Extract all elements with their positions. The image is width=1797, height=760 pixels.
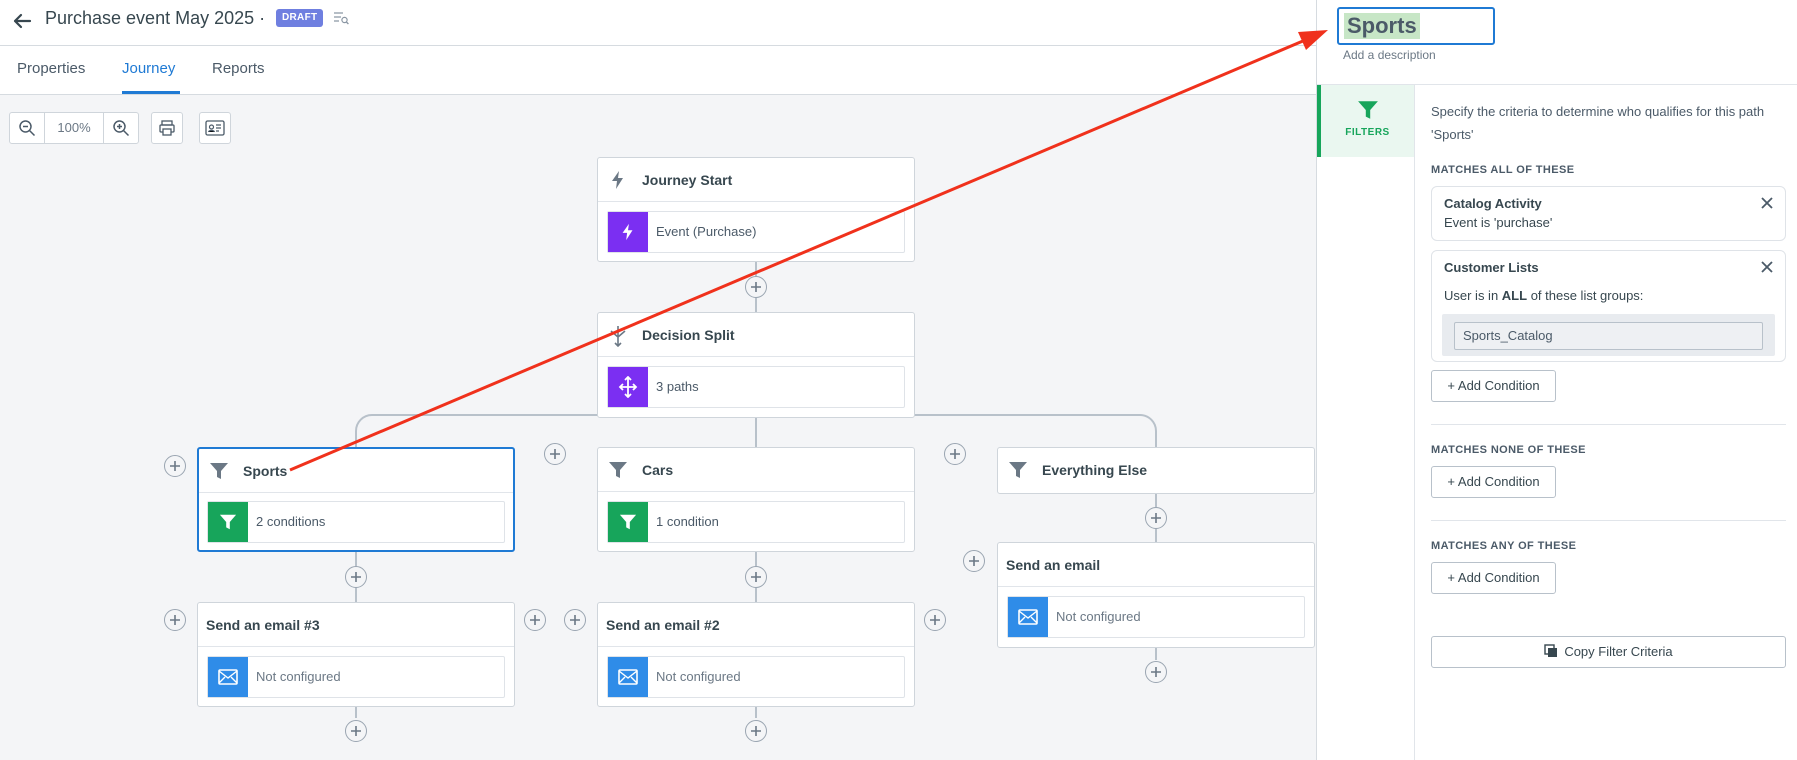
condition-detail: User is in ALL of these list groups: [1444, 288, 1644, 303]
condition-title: Customer Lists [1444, 260, 1539, 275]
add-description-link[interactable]: Add a description [1343, 48, 1436, 62]
close-icon[interactable] [1759, 195, 1775, 211]
split-icon [608, 367, 648, 407]
condition-card-customer-lists[interactable]: Customer Lists User is in ALL of these l… [1431, 250, 1786, 362]
add-parallel-plus-icon[interactable] [164, 609, 186, 631]
node-summary: Not configured [1056, 609, 1141, 624]
journey-start-node[interactable]: Journey Start Event (Purchase) [597, 157, 915, 262]
add-branch-plus-icon[interactable] [164, 455, 186, 477]
node-title: Send an email #2 [606, 617, 720, 633]
condition-card-catalog-activity[interactable]: Catalog Activity Event is 'purchase' [1431, 186, 1786, 241]
cars-path-node[interactable]: Cars 1 condition [597, 447, 915, 552]
add-condition-any-button[interactable]: + Add Condition [1431, 562, 1556, 594]
path-name-value: Sports [1344, 13, 1420, 39]
filters-tab-label: FILTERS [1345, 127, 1390, 138]
divider [1414, 85, 1415, 760]
add-step-plus-icon[interactable] [745, 720, 767, 742]
envelope-icon [208, 657, 248, 697]
copy-filter-criteria-button[interactable]: Copy Filter Criteria [1431, 636, 1786, 668]
lightning-icon [608, 212, 648, 252]
add-parallel-plus-icon[interactable] [963, 550, 985, 572]
node-summary: Event (Purchase) [656, 224, 757, 239]
list-group: Sports_Catalog [1442, 314, 1775, 356]
node-summary: 3 paths [656, 379, 699, 394]
condition-title: Catalog Activity [1444, 196, 1542, 211]
list-group-field[interactable]: Sports_Catalog [1454, 322, 1763, 350]
add-branch-plus-icon[interactable] [944, 443, 966, 465]
matches-any-heading: MATCHES ANY OF THESE [1431, 540, 1577, 552]
send-email-3-node[interactable]: Send an email #3 Not configured [197, 602, 515, 707]
path-name-input[interactable]: Sports [1337, 7, 1495, 45]
add-step-plus-icon[interactable] [345, 720, 367, 742]
copy-icon [1544, 639, 1558, 669]
node-title: Cars [642, 462, 674, 478]
node-summary: Not configured [256, 669, 341, 684]
split-icon [608, 325, 628, 348]
condition-detail: Event is 'purchase' [1444, 215, 1553, 230]
filter-icon [608, 460, 628, 480]
everything-else-path-node[interactable]: Everything Else [997, 447, 1315, 494]
journey-editor: Purchase event May 2025 · DRAFT Properti… [0, 0, 1797, 760]
node-summary: 2 conditions [256, 514, 326, 529]
node-title: Send an email [1006, 557, 1101, 573]
copy-filter-criteria-label: Copy Filter Criteria [1564, 644, 1673, 659]
filter-icon [208, 502, 248, 542]
add-condition-none-button[interactable]: + Add Condition [1431, 466, 1556, 498]
envelope-icon [608, 657, 648, 697]
divider [1431, 520, 1786, 521]
add-parallel-plus-icon[interactable] [564, 609, 586, 631]
envelope-icon [1008, 597, 1048, 637]
filter-icon [1008, 460, 1028, 480]
filter-icon [1357, 99, 1379, 124]
panel-description: Specify the criteria to determine who qu… [1431, 104, 1765, 142]
node-title: Decision Split [642, 327, 735, 343]
add-step-plus-icon[interactable] [1145, 507, 1167, 529]
sports-path-node[interactable]: Sports 2 conditions [197, 447, 515, 552]
divider [1431, 424, 1786, 425]
close-icon[interactable] [1759, 259, 1775, 275]
lightning-icon [608, 170, 628, 190]
filter-icon [209, 461, 229, 481]
send-email-2-node[interactable]: Send an email #2 Not configured [597, 602, 915, 707]
node-title: Send an email #3 [206, 617, 320, 633]
add-parallel-plus-icon[interactable] [524, 609, 546, 631]
node-summary: Not configured [656, 669, 741, 684]
node-summary: 1 condition [656, 514, 719, 529]
add-parallel-plus-icon[interactable] [924, 609, 946, 631]
node-title: Sports [243, 463, 288, 479]
add-step-plus-icon[interactable] [1145, 661, 1167, 683]
matches-all-heading: MATCHES ALL OF THESE [1431, 164, 1575, 176]
send-email-node[interactable]: Send an email Not configured [997, 542, 1315, 648]
add-condition-all-button[interactable]: + Add Condition [1431, 370, 1556, 402]
filter-icon [608, 502, 648, 542]
add-step-plus-icon[interactable] [745, 276, 767, 298]
add-step-plus-icon[interactable] [345, 566, 367, 588]
add-branch-plus-icon[interactable] [544, 443, 566, 465]
node-title: Everything Else [1042, 462, 1148, 478]
filters-tab[interactable]: FILTERS [1317, 85, 1414, 157]
add-step-plus-icon[interactable] [745, 566, 767, 588]
matches-none-heading: MATCHES NONE OF THESE [1431, 444, 1586, 456]
decision-split-node[interactable]: Decision Split 3 paths [597, 312, 915, 418]
node-title: Journey Start [642, 172, 733, 188]
path-settings-panel: Sports Add a description FILTERS Specify… [1316, 0, 1797, 760]
